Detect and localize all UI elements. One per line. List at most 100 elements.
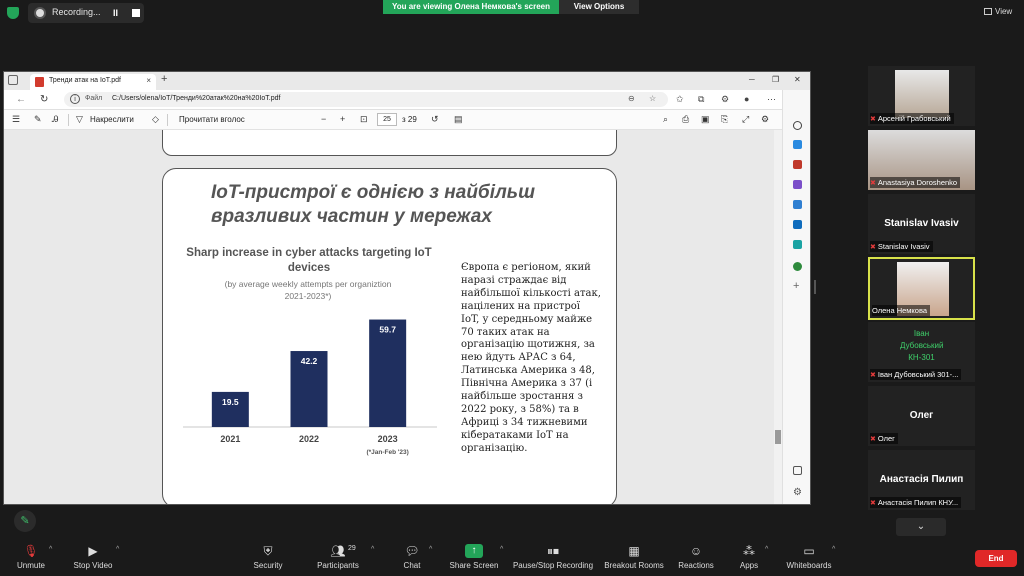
current-page: IoT-пристрої є однією з найбільш вразлив…	[162, 168, 617, 504]
participant-tile[interactable]: ✖ Anastasiya Doroshenko	[868, 130, 975, 190]
apps-button[interactable]: ⁂ Apps	[736, 544, 762, 570]
page-view-icon[interactable]: ▤	[454, 114, 463, 125]
back-icon[interactable]: ←	[16, 94, 26, 105]
participant-tile[interactable]: Олег ✖ Олег	[868, 386, 975, 446]
pause-recording-icon[interactable]: II	[113, 8, 118, 18]
profile-avatar[interactable]: ●	[744, 94, 749, 104]
highlight-icon[interactable]: ✎	[34, 114, 42, 125]
more-options-icon[interactable]: ⋯	[767, 94, 776, 105]
participant-tile[interactable]: ✖ Арсеній Грабовський	[868, 66, 975, 126]
audio-options-caret-icon[interactable]: ^	[49, 546, 52, 553]
participant-name: ✖ Олег	[870, 433, 898, 444]
read-aloud-button[interactable]: Прочитати вголос	[179, 115, 245, 124]
divider	[167, 114, 168, 126]
drop-icon[interactable]	[793, 240, 802, 249]
view-options-button[interactable]: View Options	[559, 0, 639, 14]
outlook-icon[interactable]	[793, 220, 802, 229]
scrollbar-thumb[interactable]	[775, 430, 781, 444]
extensions-icon[interactable]: ⚙	[721, 94, 729, 105]
zoom-in-button[interactable]: +	[340, 114, 345, 124]
pdf-toolbar: ☰ ✎ Ꭿ ▽ Накреслити ◇ Прочитати вголос − …	[4, 110, 810, 130]
search-icon[interactable]: ⌕	[663, 114, 668, 125]
favorites-icon[interactable]: ✩	[676, 94, 684, 105]
participant-tile[interactable]: Анастасія Пилип ✖ Анастасія Пилип КНУ...	[868, 450, 975, 510]
participant-name: ✖ Anastasiya Doroshenko	[870, 177, 961, 188]
text-icon[interactable]: Ꭿ	[52, 114, 59, 125]
close-window-icon[interactable]: ✕	[794, 75, 801, 84]
microsoft-365-icon[interactable]	[793, 200, 802, 209]
muted-mic-icon: ✖	[870, 180, 876, 187]
participant-tile[interactable]: Stanislav Ivasiv ✖ Stanislav Ivasiv	[868, 194, 975, 254]
new-tab-button[interactable]: +	[161, 73, 167, 85]
video-options-caret-icon[interactable]: ^	[116, 546, 119, 553]
games-icon[interactable]	[793, 180, 802, 189]
share-caret-icon[interactable]: ^	[500, 546, 503, 553]
favorite-star-icon[interactable]: ☆	[649, 94, 656, 103]
search-icon[interactable]	[793, 121, 802, 130]
participants-caret-icon[interactable]: ^	[371, 546, 374, 553]
annotate-pencil-icon[interactable]: ✎	[14, 510, 36, 532]
draw-label[interactable]: Накреслити	[90, 115, 134, 124]
tools-icon[interactable]	[793, 160, 802, 169]
draw-icon[interactable]: ▽	[76, 114, 83, 125]
breakout-rooms-button[interactable]: ▦ Breakout Rooms	[602, 544, 666, 570]
info-icon[interactable]: i	[70, 94, 80, 104]
fit-page-icon[interactable]: ⊡	[360, 114, 368, 125]
muted-mic-icon: ✖	[870, 244, 876, 251]
security-button[interactable]: ⛨ Security	[250, 544, 286, 570]
tab-pdf[interactable]: Тренди атак на IoT.pdf ×	[30, 74, 156, 90]
add-icon[interactable]: +	[793, 281, 799, 292]
print-icon[interactable]: ⎙	[682, 114, 689, 125]
refresh-icon[interactable]: ↻	[40, 94, 48, 105]
gallery-next-chevron-down-icon[interactable]: ⌄	[896, 518, 946, 536]
rotate-icon[interactable]: ↺	[431, 114, 439, 125]
collections-icon[interactable]: ⧉	[698, 94, 704, 105]
maximize-icon[interactable]: ❐	[772, 75, 779, 84]
save-icon[interactable]: ▣	[701, 114, 710, 125]
unmute-button[interactable]: 🎙︎ Unmute	[14, 544, 48, 570]
participants-icon: 👥︎	[330, 544, 346, 558]
zoom-out-button[interactable]: −	[321, 114, 326, 124]
recording-indicator: Recording... II	[28, 3, 144, 23]
viewing-banner: You are viewing Олена Немкова's screen	[383, 0, 559, 14]
fullscreen-icon[interactable]: ⤢	[742, 114, 749, 125]
tab-title: Тренди атак на IoT.pdf	[49, 77, 121, 84]
settings-icon[interactable]: ⚙	[793, 488, 802, 498]
pdf-settings-icon[interactable]: ⚙	[761, 114, 769, 125]
tree-icon[interactable]	[793, 262, 802, 271]
erase-icon[interactable]: ◇	[152, 114, 159, 125]
address-bar[interactable]: i Файл C:/Users/olena/IoT/Тренди%20атак%…	[64, 92, 668, 107]
whiteboards-caret-icon[interactable]: ^	[832, 546, 835, 553]
chart-x-tick-label: 2023	[378, 434, 398, 444]
security-label: Security	[253, 561, 283, 570]
participant-tile-active-speaker[interactable]: Олена Немкова	[868, 257, 975, 320]
vertical-scrollbar[interactable]	[774, 130, 782, 504]
share-screen-button[interactable]: ↑ Share Screen	[448, 544, 500, 570]
sidebar-toggle-icon[interactable]	[793, 466, 802, 475]
url-text[interactable]: C:/Users/olena/IoT/Тренди%20атак%20на%20…	[112, 95, 280, 102]
security-shield-icon: ⛨	[263, 544, 273, 558]
minimize-icon[interactable]: ─	[749, 75, 755, 84]
muted-mic-icon: 🎙︎	[23, 544, 39, 558]
close-tab-icon[interactable]: ×	[146, 76, 151, 85]
tab-actions-icon[interactable]	[8, 75, 18, 85]
end-meeting-button[interactable]: End	[975, 550, 1017, 567]
pause-stop-recording-button[interactable]: ⏸︎⏹︎ Pause/Stop Recording	[510, 544, 596, 570]
stop-video-button[interactable]: ▶︎ Stop Video	[70, 544, 116, 570]
view-button[interactable]: View	[984, 7, 1012, 16]
shopping-tag-icon[interactable]	[793, 140, 802, 149]
whiteboards-button[interactable]: ▭ Whiteboards	[784, 544, 834, 570]
save-as-icon[interactable]: ⎘	[721, 114, 728, 125]
page-number-input[interactable]: 25	[377, 113, 397, 126]
split-handle[interactable]	[814, 280, 816, 294]
pdf-viewer[interactable]: IoT-пристрої є однією з найбільш вразлив…	[4, 130, 782, 504]
participant-tile[interactable]: Іван Дубовський КН-301 ✖ Іван Дубовський …	[868, 322, 975, 382]
zoom-icon[interactable]: ⊖	[628, 94, 635, 103]
whiteboards-label: Whiteboards	[786, 561, 832, 570]
chat-button[interactable]: 💬︎ Chat	[398, 544, 426, 570]
chat-caret-icon[interactable]: ^	[429, 546, 432, 553]
reactions-button[interactable]: ☺︎ Reactions	[676, 544, 716, 570]
stop-recording-icon[interactable]	[132, 9, 140, 17]
contents-icon[interactable]: ☰	[12, 114, 20, 125]
apps-caret-icon[interactable]: ^	[765, 546, 768, 553]
